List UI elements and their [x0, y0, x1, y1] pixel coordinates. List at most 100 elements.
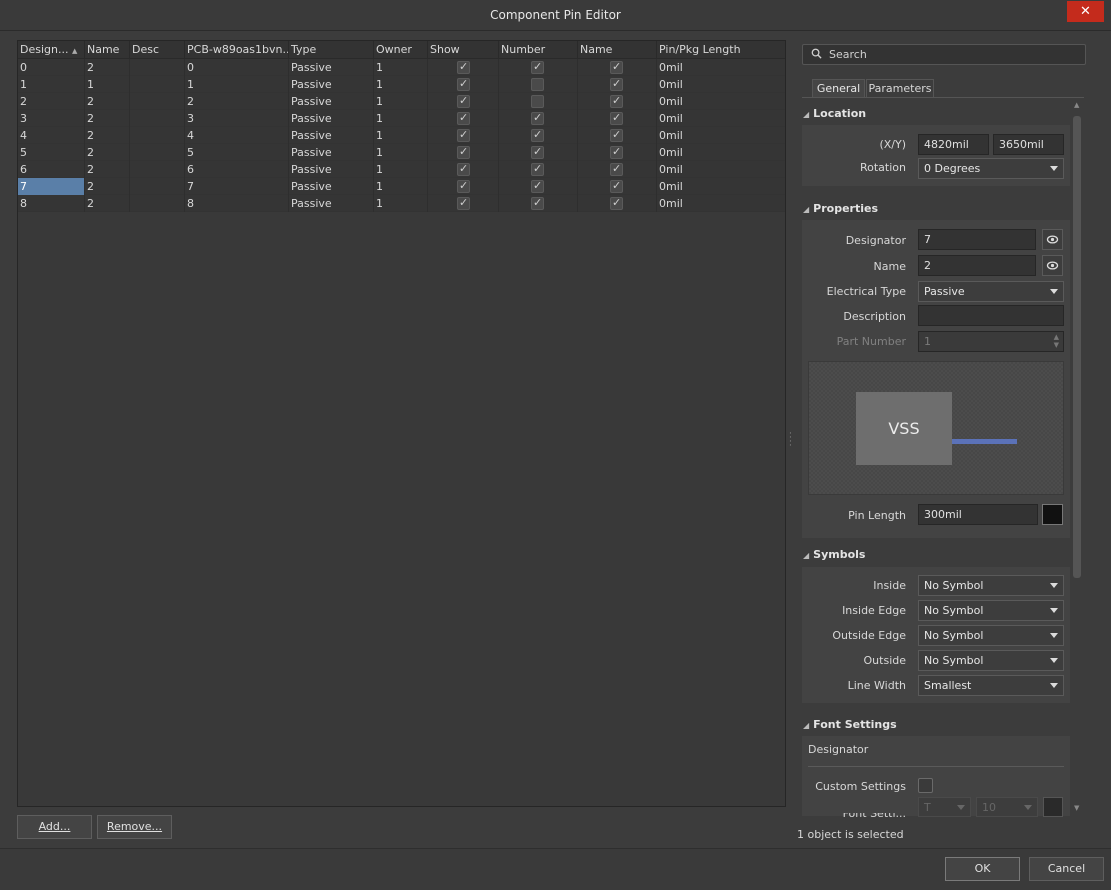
cell-designator[interactable]: 0 — [18, 59, 85, 76]
column-header-name[interactable]: Name — [85, 41, 130, 59]
name-visible-checkbox[interactable] — [610, 162, 623, 176]
name-visible-checkbox[interactable] — [610, 111, 623, 125]
cell-desc[interactable] — [130, 110, 185, 127]
cell-owner[interactable]: 1 — [374, 161, 428, 178]
table-row[interactable]: 323Passive10mil — [18, 110, 785, 127]
pin-length-field[interactable]: 300mil — [918, 504, 1038, 525]
inside-dropdown[interactable]: No Symbol — [918, 575, 1064, 596]
table-row[interactable]: 020Passive10mil — [18, 59, 785, 76]
cell-type[interactable]: Passive — [289, 144, 374, 161]
cell-pcb[interactable]: 0 — [185, 59, 289, 76]
add-button[interactable]: Add... — [17, 815, 92, 839]
cell-type[interactable]: Passive — [289, 178, 374, 195]
panel-splitter[interactable]: · · · · — [789, 430, 792, 451]
cell-desc[interactable] — [130, 178, 185, 195]
cell-desc[interactable] — [130, 144, 185, 161]
name-visible-checkbox[interactable] — [610, 77, 623, 91]
number-checkbox[interactable] — [531, 95, 544, 108]
number-checkbox[interactable] — [531, 111, 544, 125]
line-width-dropdown[interactable]: Smallest — [918, 675, 1064, 696]
number-checkbox[interactable] — [531, 162, 544, 176]
cell-type[interactable]: Passive — [289, 161, 374, 178]
cell-name[interactable]: 2 — [85, 59, 130, 76]
section-properties[interactable]: ◢ Properties — [803, 202, 878, 215]
cell-designator[interactable]: 3 — [18, 110, 85, 127]
cell-desc[interactable] — [130, 161, 185, 178]
cell-name[interactable]: 2 — [85, 195, 130, 212]
cell-type[interactable]: Passive — [289, 59, 374, 76]
name-visible-checkbox[interactable] — [610, 60, 623, 74]
name-visible-checkbox[interactable] — [610, 196, 623, 210]
show-checkbox[interactable] — [457, 77, 470, 91]
outside-edge-dropdown[interactable]: No Symbol — [918, 625, 1064, 646]
cell-pin-length[interactable]: 0mil — [657, 59, 785, 76]
column-header-pin-length[interactable]: Pin/Pkg Length — [657, 41, 785, 59]
table-row[interactable]: 525Passive10mil — [18, 144, 785, 161]
scroll-up-icon[interactable]: ▲ — [1074, 101, 1079, 109]
cell-desc[interactable] — [130, 195, 185, 212]
table-row[interactable]: 222Passive10mil — [18, 93, 785, 110]
cell-name[interactable]: 2 — [85, 144, 130, 161]
name-visible-checkbox[interactable] — [610, 179, 623, 193]
cell-owner[interactable]: 1 — [374, 59, 428, 76]
cell-owner[interactable]: 1 — [374, 178, 428, 195]
cell-desc[interactable] — [130, 76, 185, 93]
cell-owner[interactable]: 1 — [374, 93, 428, 110]
column-header-designator[interactable]: Design... ▲ — [18, 41, 85, 59]
cell-pin-length[interactable]: 0mil — [657, 144, 785, 161]
cell-pin-length[interactable]: 0mil — [657, 195, 785, 212]
cell-pin-length[interactable]: 0mil — [657, 93, 785, 110]
table-row[interactable]: 727Passive10mil — [18, 178, 785, 195]
cell-pcb[interactable]: 1 — [185, 76, 289, 93]
name-field[interactable]: 2 — [918, 255, 1036, 276]
inside-edge-dropdown[interactable]: No Symbol — [918, 600, 1064, 621]
column-header-number[interactable]: Number — [499, 41, 578, 59]
tab-parameters[interactable]: Parameters — [866, 79, 934, 98]
name-visibility-button[interactable] — [1042, 255, 1063, 276]
cell-name[interactable]: 2 — [85, 93, 130, 110]
cell-type[interactable]: Passive — [289, 76, 374, 93]
cell-name[interactable]: 1 — [85, 76, 130, 93]
section-font-settings[interactable]: ◢ Font Settings — [803, 718, 897, 731]
custom-settings-checkbox[interactable] — [918, 778, 933, 793]
cell-pin-length[interactable]: 0mil — [657, 178, 785, 195]
cell-desc[interactable] — [130, 59, 185, 76]
cell-owner[interactable]: 1 — [374, 110, 428, 127]
column-header-type[interactable]: Type — [289, 41, 374, 59]
table-row[interactable]: 111Passive10mil — [18, 76, 785, 93]
cell-pcb[interactable]: 8 — [185, 195, 289, 212]
description-field[interactable] — [918, 305, 1064, 326]
number-checkbox[interactable] — [531, 179, 544, 193]
outside-dropdown[interactable]: No Symbol — [918, 650, 1064, 671]
show-checkbox[interactable] — [457, 60, 470, 74]
cell-pin-length[interactable]: 0mil — [657, 161, 785, 178]
cell-name[interactable]: 2 — [85, 110, 130, 127]
electrical-type-dropdown[interactable]: Passive — [918, 281, 1064, 302]
name-visible-checkbox[interactable] — [610, 145, 623, 159]
cell-pcb[interactable]: 2 — [185, 93, 289, 110]
show-checkbox[interactable] — [457, 196, 470, 210]
close-button[interactable]: ✕ — [1067, 1, 1104, 22]
cell-pin-length[interactable]: 0mil — [657, 127, 785, 144]
number-checkbox[interactable] — [531, 128, 544, 142]
column-header-show[interactable]: Show — [428, 41, 499, 59]
search-box[interactable]: Search — [802, 44, 1086, 65]
column-header-name-visible[interactable]: Name — [578, 41, 657, 59]
designator-visibility-button[interactable] — [1042, 229, 1063, 250]
table-row[interactable]: 424Passive10mil — [18, 127, 785, 144]
cell-pcb[interactable]: 6 — [185, 161, 289, 178]
column-header-owner[interactable]: Owner — [374, 41, 428, 59]
column-header-desc[interactable]: Desc — [130, 41, 185, 59]
cell-name[interactable]: 2 — [85, 127, 130, 144]
properties-scrollbar[interactable] — [1073, 116, 1081, 578]
cell-designator[interactable]: 5 — [18, 144, 85, 161]
x-field[interactable]: 4820mil — [918, 134, 989, 155]
cancel-button[interactable]: Cancel — [1029, 857, 1104, 881]
pin-color-swatch[interactable] — [1042, 504, 1063, 525]
cell-designator[interactable]: 7 — [18, 178, 85, 195]
cell-desc[interactable] — [130, 93, 185, 110]
cell-designator[interactable]: 6 — [18, 161, 85, 178]
cell-owner[interactable]: 1 — [374, 127, 428, 144]
number-checkbox[interactable] — [531, 145, 544, 159]
show-checkbox[interactable] — [457, 128, 470, 142]
